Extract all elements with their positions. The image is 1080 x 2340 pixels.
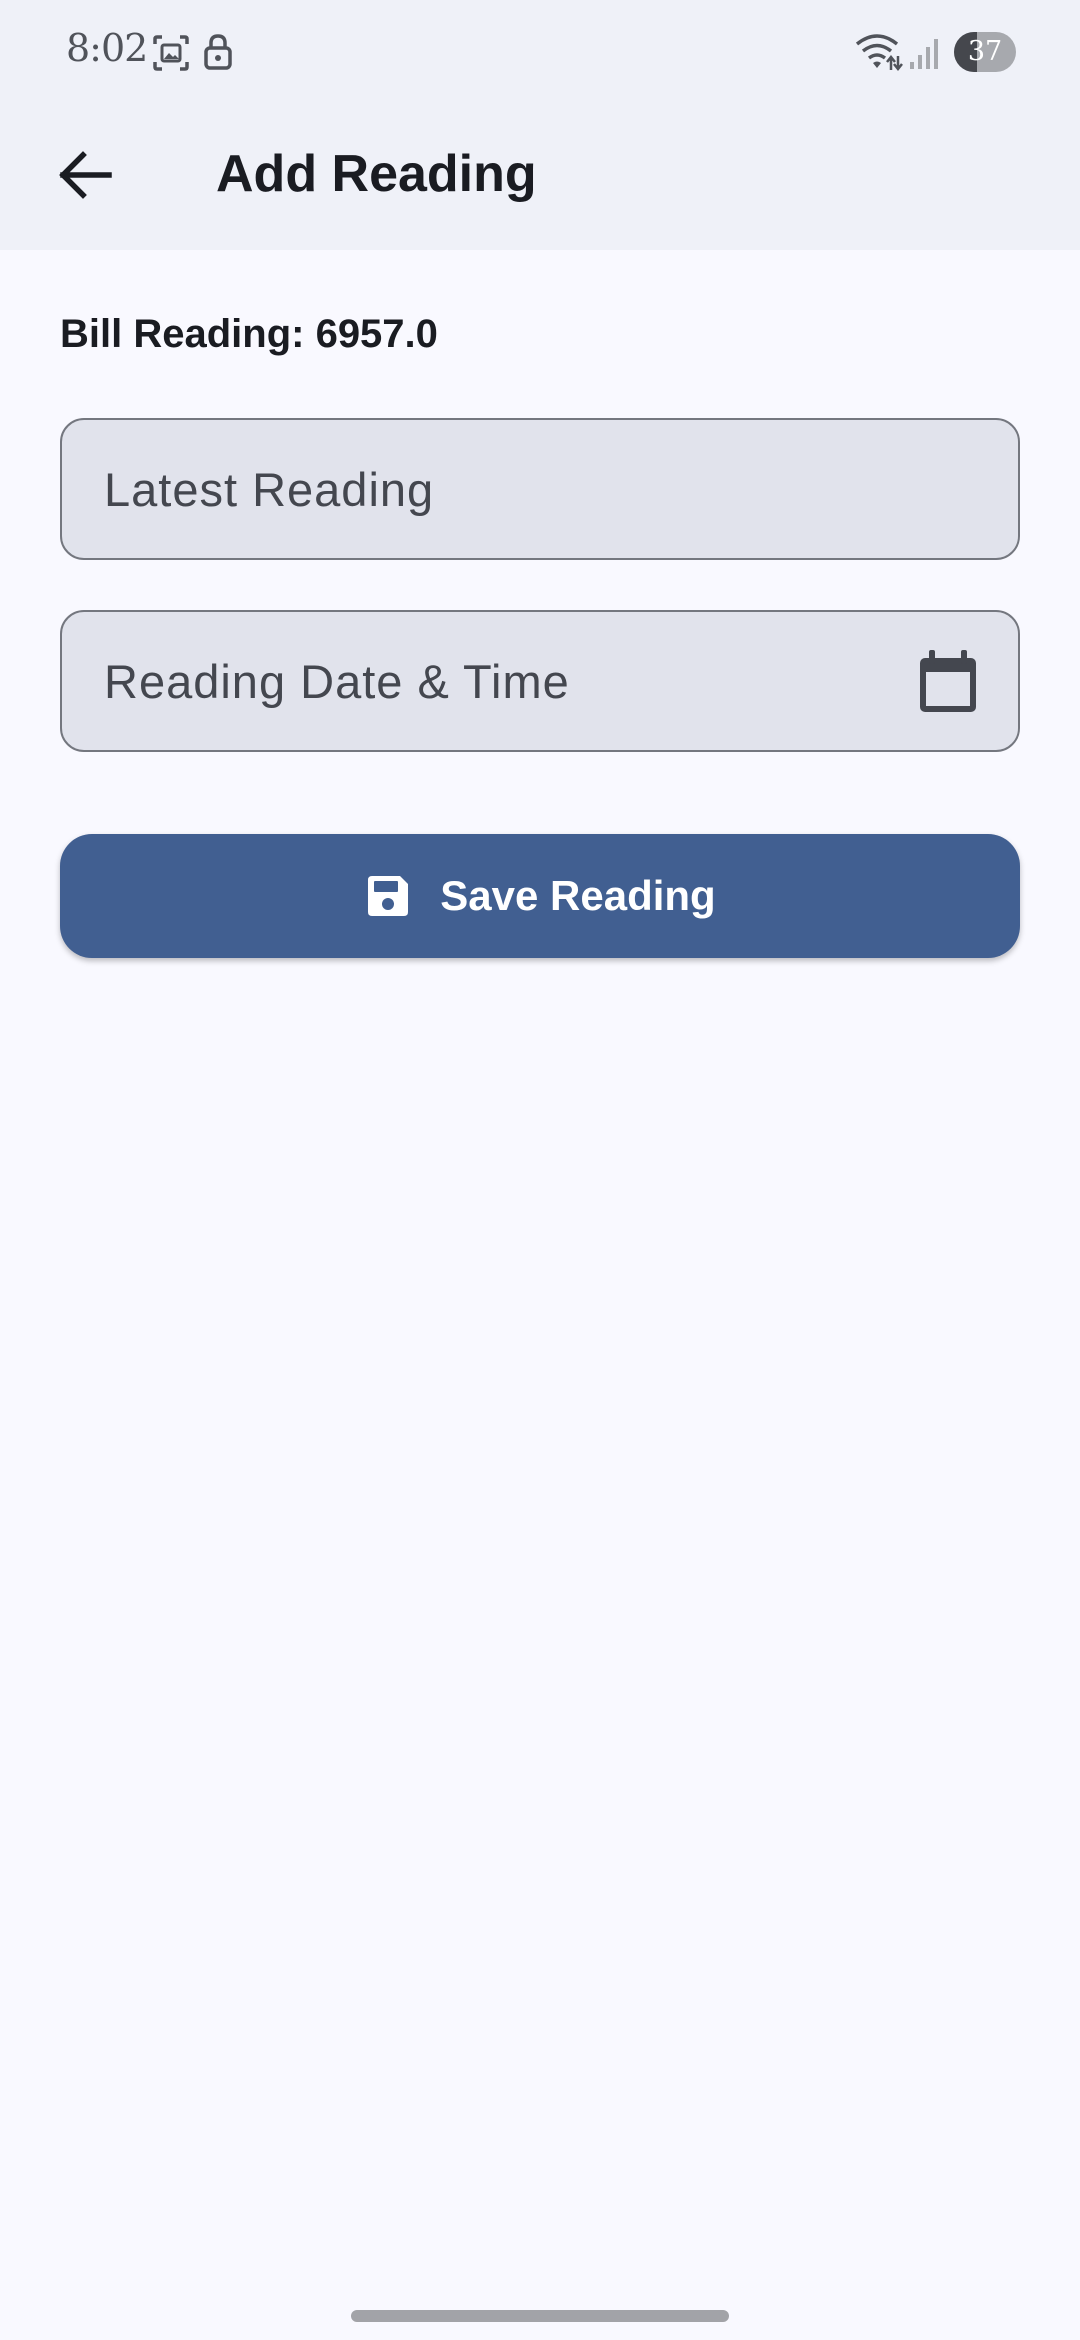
latest-reading-label: Latest Reading	[104, 463, 435, 516]
screenshot-icon	[152, 34, 190, 77]
reading-datetime-label: Reading Date & Time	[104, 655, 570, 708]
bill-reading-label: Bill Reading: 6957.0	[60, 312, 438, 356]
save-reading-label: Save Reading	[440, 872, 716, 919]
save-icon	[368, 876, 409, 916]
status-bar: 8:02 37	[0, 0, 1080, 100]
home-indicator[interactable]	[351, 2310, 729, 2322]
latest-reading-field[interactable]: Latest Reading	[60, 418, 1020, 560]
status-time: 8:02	[66, 26, 148, 70]
arrow-back-icon	[59, 151, 112, 199]
calendar-icon[interactable]	[916, 648, 980, 716]
app-bar: Add Reading	[0, 100, 1080, 250]
signal-icon	[908, 36, 940, 75]
lock-icon	[203, 32, 233, 77]
battery-level: 37	[967, 36, 1003, 67]
save-reading-button[interactable]: Save Reading	[60, 834, 1020, 958]
wifi-icon	[855, 32, 903, 77]
back-button[interactable]	[40, 130, 130, 220]
page-title: Add Reading	[216, 145, 537, 203]
reading-datetime-field[interactable]: Reading Date & Time	[60, 610, 1020, 752]
battery-icon: 37	[954, 32, 1016, 72]
